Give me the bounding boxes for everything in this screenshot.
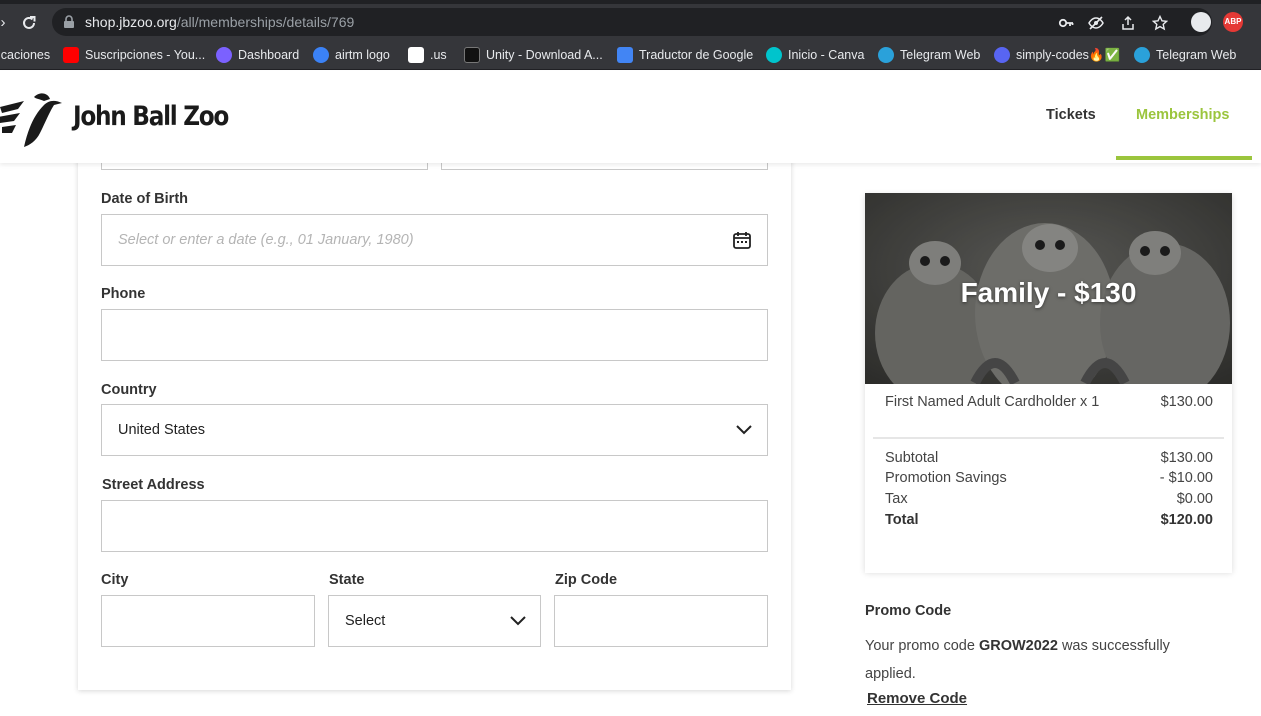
street-input[interactable] xyxy=(101,500,768,552)
subtotal-row: Subtotal $130.00 xyxy=(885,450,1213,466)
bookmark-item[interactable]: Telegram Web xyxy=(1134,46,1236,64)
zoo-logo-icon[interactable] xyxy=(0,85,68,149)
chevron-down-icon xyxy=(736,425,752,435)
total-label: Total xyxy=(885,512,919,528)
bookmark-item[interactable]: simply-codes🔥✅ xyxy=(994,46,1120,64)
telegram-icon xyxy=(878,47,894,63)
bookmark-item[interactable]: Traductor de Google xyxy=(617,46,753,64)
cloud-icon xyxy=(313,47,329,63)
tax-label: Tax xyxy=(885,491,908,507)
promo-code-title: Promo Code xyxy=(865,603,952,619)
calendar-icon[interactable] xyxy=(732,230,752,250)
dob-input[interactable]: Select or enter a date (e.g., 01 January… xyxy=(101,214,768,266)
discord-icon xyxy=(994,47,1010,63)
phone-label: Phone xyxy=(101,286,146,302)
promo-code-message: Your promo code GROW2022 was successfull… xyxy=(865,638,1170,682)
receipt-edge xyxy=(865,559,1232,573)
eye-off-icon[interactable] xyxy=(1088,15,1104,31)
amazon-icon xyxy=(408,47,424,63)
telegram-icon xyxy=(1134,47,1150,63)
street-label: Street Address xyxy=(102,477,205,493)
promotion-label: Promotion Savings xyxy=(885,470,1007,486)
promotion-amount: - $10.00 xyxy=(1159,470,1213,486)
membership-image: Family - $130 xyxy=(865,193,1232,384)
google-translate-icon xyxy=(617,47,633,63)
youtube-icon xyxy=(63,47,79,63)
bookmark-item[interactable]: Dashboard xyxy=(216,46,299,64)
city-label: City xyxy=(101,572,129,588)
forward-icon[interactable]: › xyxy=(0,14,12,32)
city-input[interactable] xyxy=(101,595,315,647)
state-label: State xyxy=(329,572,365,588)
bookmark-item[interactable]: airtm logo xyxy=(313,46,390,64)
bookmark-item[interactable]: Telegram Web xyxy=(878,46,980,64)
zip-label: Zip Code xyxy=(555,572,618,588)
tax-amount: $0.00 xyxy=(1176,491,1213,507)
state-value: Select xyxy=(345,613,386,629)
remove-code-link[interactable]: Remove Code xyxy=(867,690,967,707)
phone-input[interactable] xyxy=(101,309,768,361)
state-select[interactable]: Select xyxy=(328,595,541,647)
site-logo-text[interactable]: John Ball Zoo xyxy=(73,101,229,132)
country-value: United States xyxy=(118,422,206,438)
total-row: Total $120.00 xyxy=(885,512,1213,528)
key-icon[interactable] xyxy=(1058,15,1074,31)
nav-memberships[interactable]: Memberships xyxy=(1136,107,1229,123)
line-item: First Named Adult Cardholder x 1 $130.00 xyxy=(885,394,1213,410)
bookmark-item[interactable]: Suscripciones - You... xyxy=(63,46,205,64)
url-bar[interactable]: shop.jbzoo.org/all/memberships/details/7… xyxy=(52,8,1212,36)
chevron-down-icon xyxy=(510,616,526,626)
subtotal-amount: $130.00 xyxy=(1160,450,1213,466)
bookmark-item[interactable]: .us xyxy=(408,46,447,64)
country-select[interactable]: United States xyxy=(101,404,768,456)
bookmark-item[interactable]: icaciones xyxy=(0,46,50,64)
extension-icon[interactable] xyxy=(1191,12,1211,32)
bookmark-item[interactable]: Unity - Download A... xyxy=(464,46,603,64)
unity-icon xyxy=(464,47,480,63)
canva-icon xyxy=(766,47,782,63)
subtotal-label: Subtotal xyxy=(885,450,939,466)
dashboard-icon xyxy=(216,47,232,63)
total-amount: $120.00 xyxy=(1160,512,1213,528)
share-icon[interactable] xyxy=(1120,15,1136,31)
tax-row: Tax $0.00 xyxy=(885,491,1213,507)
member-details-form: Date of Birth Select or enter a date (e.… xyxy=(78,118,791,690)
adblock-plus-icon[interactable]: ABP xyxy=(1223,12,1243,32)
bookmark-item[interactable]: Inicio - Canva xyxy=(766,46,864,64)
membership-title: Family - $130 xyxy=(960,277,1137,308)
dob-label: Date of Birth xyxy=(101,191,188,207)
summary-divider xyxy=(873,437,1224,439)
dob-placeholder: Select or enter a date (e.g., 01 January… xyxy=(118,232,414,248)
nav-tickets[interactable]: Tickets xyxy=(1046,107,1096,123)
promotion-row: Promotion Savings - $10.00 xyxy=(885,470,1213,486)
nav-active-indicator xyxy=(1116,156,1252,160)
line-item-amount: $130.00 xyxy=(1160,394,1213,410)
line-item-name: First Named Adult Cardholder x 1 xyxy=(885,394,1100,410)
bookmark-star-icon[interactable] xyxy=(1152,15,1168,31)
reload-icon[interactable] xyxy=(20,14,38,32)
url-text: shop.jbzoo.org/all/memberships/details/7… xyxy=(85,14,355,30)
promo-code-value: GROW2022 xyxy=(978,638,1058,654)
lock-icon xyxy=(64,15,74,28)
site-header: John Ball Zoo Tickets Memberships xyxy=(0,71,1261,163)
country-label: Country xyxy=(101,382,157,398)
browser-toolbar: › shop.jbzoo.org/all/memberships/details… xyxy=(0,4,1261,40)
bookmarks-bar: icaciones Suscripciones - You... Dashboa… xyxy=(0,40,1261,70)
zip-input[interactable] xyxy=(554,595,768,647)
order-summary-card: Family - $130 First Named Adult Cardhold… xyxy=(865,193,1232,573)
